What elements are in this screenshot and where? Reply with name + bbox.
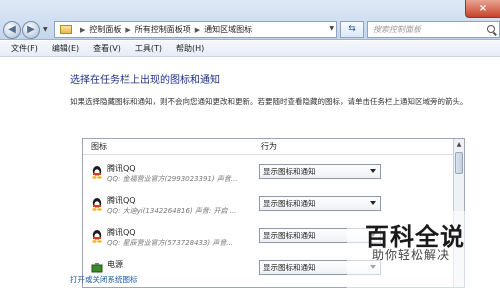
behavior-value: 显示图标和通知 (263, 263, 316, 272)
window-titlebar: × ◀ ▶ ▼ ▶ 控制面板 ▶ 所有控制面板项 ▶ 通知区域图标 ▼ ⇆ 搜索… (0, 0, 500, 40)
chevron-right-icon[interactable]: ▶ (125, 26, 130, 34)
chevron-down-icon (370, 201, 376, 205)
column-header-icon: 图标 (91, 142, 107, 151)
chevron-down-icon (370, 169, 376, 173)
menu-view[interactable]: 查看(V) (93, 43, 121, 54)
arrow-right-icon: ▶ (27, 24, 35, 35)
column-header-behavior: 行为 (261, 142, 277, 151)
scroll-up-icon[interactable]: ▲ (455, 140, 463, 150)
search-icon[interactable] (487, 25, 495, 33)
app-name: 腾讯QQ (107, 164, 136, 173)
header-divider (83, 154, 454, 155)
arrow-left-icon: ◀ (8, 24, 16, 35)
breadcrumb-all-items[interactable]: 所有控制面板项 (135, 24, 191, 35)
scroll-thumb[interactable] (455, 152, 463, 174)
forward-button[interactable]: ▶ (22, 21, 40, 39)
folder-icon (60, 25, 72, 34)
search-placeholder: 搜索控制面板 (373, 25, 421, 34)
menu-edit[interactable]: 编辑(E) (52, 43, 79, 54)
breadcrumb-notification-icons[interactable]: 通知区域图标 (204, 24, 252, 35)
address-bar[interactable]: ▶ 控制面板 ▶ 所有控制面板项 ▶ 通知区域图标 ▼ (54, 21, 337, 38)
menu-help[interactable]: 帮助(H) (176, 43, 204, 54)
watermark-tagline: 助你轻松解决 (372, 248, 451, 262)
behavior-value: 显示图标和通知 (263, 167, 316, 176)
behavior-value: 显示图标和通知 (263, 231, 316, 240)
menu-file[interactable]: 文件(F) (11, 43, 38, 54)
app-detail: QQ: 金福营业官方(2993023391) 声音... (107, 175, 238, 183)
menu-tools[interactable]: 工具(T) (135, 43, 162, 54)
app-name: 腾讯QQ (107, 228, 136, 237)
qq-penguin-icon (92, 166, 102, 179)
search-input[interactable]: 搜索控制面板 (367, 21, 500, 38)
app-name: 腾讯QQ (107, 196, 136, 205)
refresh-button[interactable]: ⇆ (340, 21, 364, 38)
breadcrumb-control-panel[interactable]: 控制面板 (89, 24, 121, 35)
system-icons-link[interactable]: 打开或关闭系统图标 (70, 274, 138, 285)
close-button[interactable]: × (465, 0, 500, 18)
recent-pages-dropdown[interactable]: ▼ (43, 26, 48, 33)
battery-icon (91, 263, 103, 273)
app-detail: QQ: 大迪yi(1342264816) 声音: 开启 ... (107, 207, 237, 215)
app-detail: QQ: 星辰营业官方(573728433) 声音... (107, 239, 234, 247)
menu-bar: 文件(F) 编辑(E) 查看(V) 工具(T) 帮助(H) (0, 41, 500, 57)
chevron-right-icon[interactable]: ▶ (80, 26, 85, 34)
behavior-value: 显示图标和通知 (263, 199, 316, 208)
page-description: 如果选择隐藏图标和通知，则不会向您通知更改和更新。若要随时查看隐藏的图标，请单击… (70, 97, 468, 106)
chevron-right-icon[interactable]: ▶ (195, 26, 200, 34)
address-dropdown-icon[interactable]: ▼ (329, 25, 334, 32)
behavior-dropdown[interactable]: 显示图标和通知 (259, 164, 381, 179)
app-name: 电源 (107, 260, 123, 269)
page-title: 选择在任务栏上出现的图标和通知 (70, 75, 220, 86)
behavior-dropdown[interactable]: 显示图标和通知 (259, 196, 381, 211)
qq-penguin-icon (92, 198, 102, 211)
qq-penguin-icon (92, 230, 102, 243)
back-button[interactable]: ◀ (3, 21, 21, 39)
refresh-icon: ⇆ (348, 24, 356, 34)
list-item: 腾讯QQ QQ: 金福营业官方(2993023391) 声音... 显示图标和通… (83, 161, 454, 193)
